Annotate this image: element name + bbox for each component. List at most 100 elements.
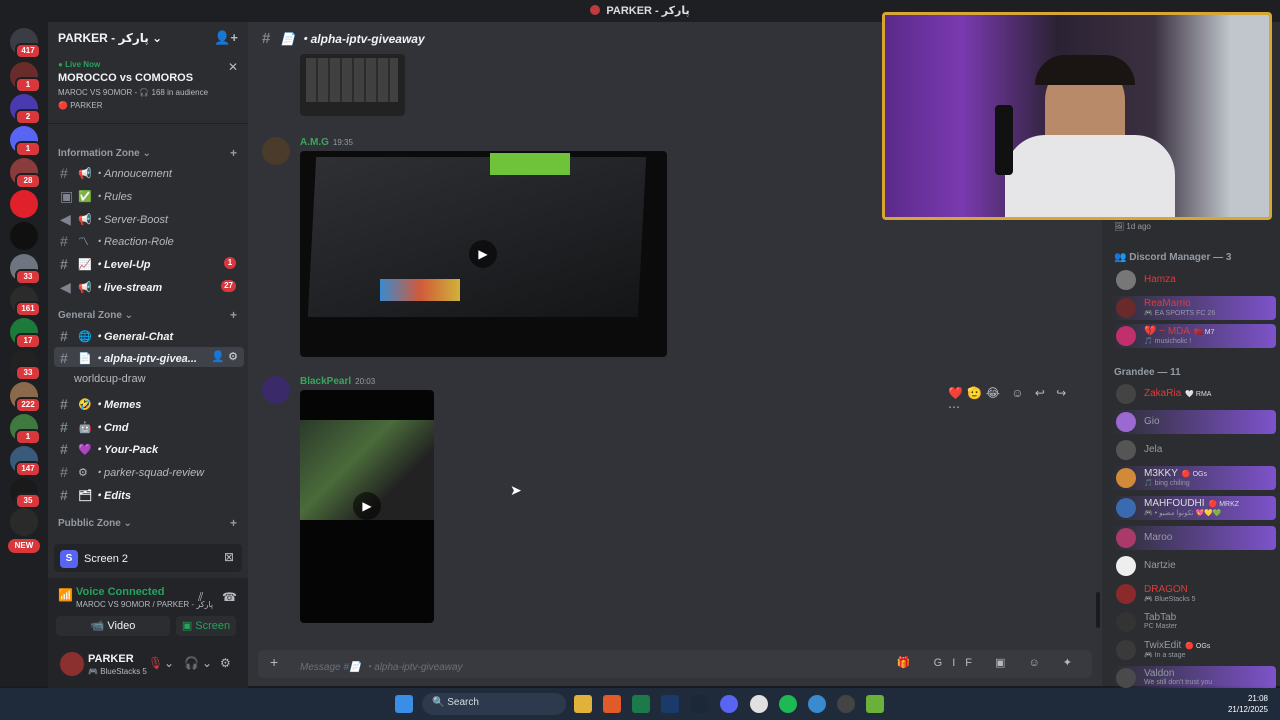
- stop-share-icon[interactable]: ⊠: [224, 550, 234, 564]
- disconnect-icon[interactable]: ☎: [222, 590, 237, 604]
- member-item[interactable]: TwixEdit 🔴 OGs 🎮 In a stage: [1110, 638, 1276, 662]
- voice-status[interactable]: Voice Connected: [76, 586, 164, 598]
- member-item[interactable]: TabTab PC Master: [1110, 610, 1276, 634]
- server-icon[interactable]: [10, 222, 38, 250]
- member-item[interactable]: Nartzie: [1110, 554, 1276, 578]
- settings-gear-icon[interactable]: ⚙: [220, 656, 231, 670]
- category-public[interactable]: Pubblic Zone ⌄ +: [58, 516, 237, 530]
- close-icon[interactable]: ✕: [228, 60, 238, 74]
- app-icon[interactable]: [632, 695, 650, 713]
- channel-live-stream[interactable]: ◀ 📢 ・live-stream 27: [54, 276, 244, 296]
- steam-icon[interactable]: [690, 695, 708, 713]
- server-icon[interactable]: 2: [10, 94, 41, 125]
- message-composer[interactable]: + Message #📄 ・alpha-iptv-giveaway 🎁 GIF …: [258, 650, 1092, 678]
- member-item[interactable]: Maroo: [1110, 526, 1276, 550]
- signal-icon[interactable]: 📶: [58, 588, 73, 602]
- member-item[interactable]: 💔 ~ MDA 🇲🇦 M7 🎵 musicholic !: [1110, 324, 1276, 348]
- add-channel-icon[interactable]: +: [230, 308, 237, 322]
- server-icon[interactable]: 33: [10, 350, 41, 381]
- member-item[interactable]: DRAGON 🎮 BlueStacks 5: [1110, 582, 1276, 606]
- video-attachment[interactable]: ▶: [300, 390, 434, 623]
- guild-header[interactable]: PARKER - پاركر ⌄ 👤+: [48, 22, 248, 54]
- clock[interactable]: 21:08 21/12/2025: [1228, 693, 1268, 715]
- member-item[interactable]: Valdon We still don't trust you: [1110, 666, 1276, 690]
- server-icon[interactable]: 222: [10, 382, 41, 413]
- windows-start-icon[interactable]: [395, 695, 413, 713]
- add-channel-icon[interactable]: +: [230, 146, 237, 160]
- invite-people-icon[interactable]: 👤+: [214, 30, 238, 46]
- screen-share-panel[interactable]: S Screen 2 ⊠: [54, 544, 242, 572]
- server-icon[interactable]: 1: [10, 414, 41, 445]
- channel-general-chat[interactable]: # 🌐 ・General-Chat: [54, 325, 244, 345]
- server-icon[interactable]: 1: [10, 62, 41, 93]
- attachment-image[interactable]: [300, 54, 405, 116]
- member-item[interactable]: Gio: [1110, 410, 1276, 434]
- member-item[interactable]: M3KKY 🔴 OGs 🎵 bing chiling: [1110, 466, 1276, 490]
- channel-worldcup-draw[interactable]: worldcup-draw: [54, 370, 244, 390]
- server-icon[interactable]: 1: [10, 126, 41, 157]
- screen-button[interactable]: ▣ Screen: [176, 616, 236, 636]
- category-information[interactable]: Information Zone ⌄ +: [58, 146, 237, 160]
- channel-edits[interactable]: # 🗂 ・Edits: [54, 484, 244, 504]
- live-stage-card[interactable]: ● Live Now MOROCCO vs COMOROS MAROC VS 9…: [48, 54, 248, 124]
- chevron-down-icon[interactable]: ⌄: [164, 656, 174, 670]
- server-icon[interactable]: [10, 508, 38, 536]
- channel-alpha-iptv-giveaway[interactable]: # 📄 ・alpha-iptv-giveа... 👤 ⚙: [54, 347, 244, 367]
- server-icon[interactable]: [10, 190, 38, 218]
- channel-rules[interactable]: ▣ ✅ ・Rules: [54, 185, 244, 205]
- server-icon[interactable]: 161: [10, 286, 41, 317]
- server-icon[interactable]: 28: [10, 158, 41, 189]
- member-item[interactable]: ZakaRia 🤍 RMA: [1110, 382, 1276, 406]
- member-item[interactable]: Jela: [1110, 438, 1276, 462]
- chevron-down-icon[interactable]: ⌄: [202, 656, 212, 670]
- channel-parker-squad-review[interactable]: # ⚙ ・parker-squad-review: [54, 461, 244, 481]
- play-icon[interactable]: ▶: [353, 492, 381, 520]
- photoshop-icon[interactable]: [661, 695, 679, 713]
- channel-server-boost[interactable]: ◀ 📢 ・Server-Boost: [54, 208, 244, 228]
- video-button[interactable]: 📹 Video: [56, 616, 170, 636]
- server-icon[interactable]: 147: [10, 446, 41, 477]
- add-attachment-icon[interactable]: +: [270, 654, 278, 670]
- play-icon[interactable]: ▶: [469, 240, 497, 268]
- video-attachment[interactable]: ▶: [300, 151, 667, 357]
- member-item[interactable]: ReaMarrio 🎮 EA SPORTS FC 26: [1110, 296, 1276, 320]
- file-explorer-icon[interactable]: [574, 695, 592, 713]
- scrollbar[interactable]: [1096, 592, 1100, 628]
- username[interactable]: PARKER: [88, 653, 134, 665]
- taskbar-search[interactable]: 🔍 Search: [422, 693, 566, 715]
- settings-gear-icon[interactable]: 👤 ⚙: [211, 350, 238, 363]
- quick-reactions[interactable]: ❤️🫡😂: [948, 386, 1004, 400]
- mute-icon[interactable]: 🎙: [148, 656, 163, 670]
- channel-annoucement[interactable]: # 📢 ・Annoucement: [54, 162, 244, 182]
- member-item[interactable]: MAHFOUDHI 🔴 MRKZ 🎮 • تكونوا مضيو 💖💛💚: [1110, 496, 1276, 520]
- message-author[interactable]: A.M.G 19:35: [300, 137, 353, 148]
- server-icon[interactable]: 35: [10, 478, 41, 509]
- channel-your-pack[interactable]: # 💜 ・Your-Pack: [54, 438, 244, 458]
- headphones-icon[interactable]: 🎧: [184, 656, 199, 670]
- message-input[interactable]: Message #📄 ・alpha-iptv-giveaway: [300, 658, 463, 673]
- message-actions[interactable]: ❤️🫡😂 ☺ ↩ ↪ ⋯: [948, 386, 1082, 414]
- message-author[interactable]: BlackPearl 20:03: [300, 376, 375, 387]
- add-channel-icon[interactable]: +: [230, 516, 237, 530]
- avatar[interactable]: [262, 137, 290, 165]
- spotify-icon[interactable]: [779, 695, 797, 713]
- channel-cmd[interactable]: # 🤖 ・Cmd: [54, 416, 244, 436]
- channel-reaction-role[interactable]: # 〽 ・Reaction-Role: [54, 230, 244, 250]
- brave-icon[interactable]: [603, 695, 621, 713]
- direct-messages-icon[interactable]: 417: [10, 28, 41, 59]
- channel-level-up[interactable]: # 📈 ・Level-Up 1: [54, 253, 244, 273]
- noise-suppression-icon[interactable]: ⫽: [198, 590, 203, 605]
- member-item[interactable]: Hamza: [1110, 268, 1276, 292]
- bluestacks-icon[interactable]: [866, 695, 884, 713]
- channel-memes[interactable]: # 🤣 ・Memes: [54, 393, 244, 413]
- app-icon[interactable]: [808, 695, 826, 713]
- server-icon[interactable]: 33: [10, 254, 41, 285]
- composer-tools[interactable]: 🎁 GIF ▣ ☺ ✦: [897, 656, 1082, 669]
- avatar[interactable]: [262, 376, 290, 404]
- category-general[interactable]: General Zone ⌄ +: [58, 308, 237, 322]
- discord-icon[interactable]: [720, 695, 738, 713]
- avatar[interactable]: [60, 652, 84, 676]
- chrome-icon[interactable]: [750, 695, 768, 713]
- server-icon[interactable]: 17: [10, 318, 41, 349]
- app-icon[interactable]: [837, 695, 855, 713]
